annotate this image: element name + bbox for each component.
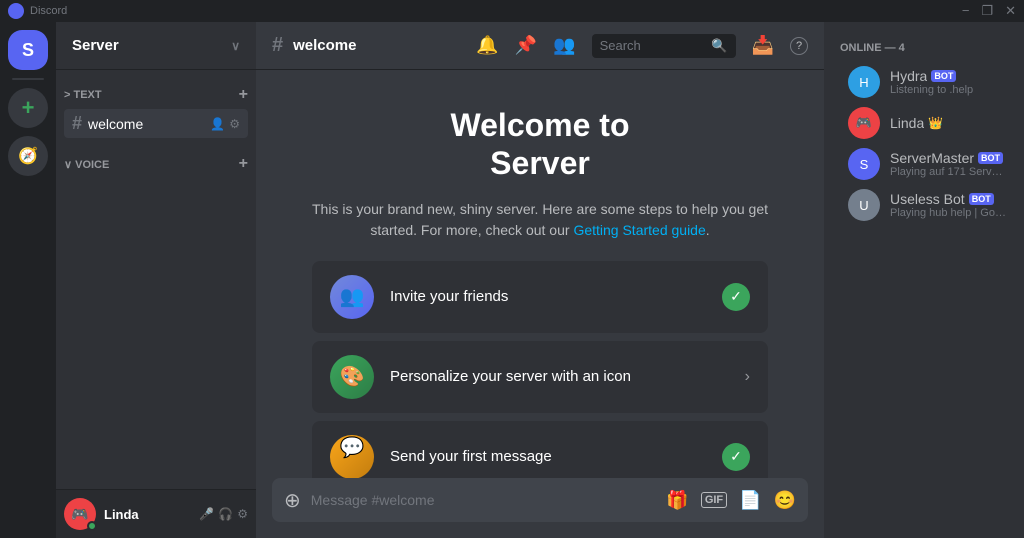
member-status-hydra: Listening to .help [890,84,1008,96]
welcome-section: Welcome to Server This is your brand new… [272,86,808,478]
task-message-label: Send your first message [390,448,706,465]
text-category[interactable]: > TEXT + [56,70,256,108]
member-item-hydra[interactable]: H Hydra BOT Listening to .help [832,62,1016,102]
server-header[interactable]: Server ∨ [56,22,256,70]
minimize-button[interactable]: − [962,3,970,19]
channel-sidebar: Server ∨ > TEXT + # welcome 👤 ⚙ ∨ VOICE … [56,22,256,538]
mute-button[interactable]: 🎤 [199,507,214,521]
member-name-hydra: Hydra [890,68,927,84]
member-item-uselessbot[interactable]: U Useless Bot BOT Playing hub help | Goi… [832,185,1016,225]
channel-item-welcome[interactable]: # welcome 👤 ⚙ [64,109,248,138]
task-personalize-chevron: › [745,368,750,386]
bell-icon[interactable]: 🔔 [476,35,498,56]
task-personalize-label: Personalize your server with an icon [390,368,729,385]
task-message[interactable]: 💬 Send your first message ✓ [312,421,768,478]
getting-started-link[interactable]: Getting Started guide [573,222,705,238]
channel-name-label: welcome [88,116,204,132]
header-actions: 🔔 📌 👥 🔍 📥 ? [476,34,808,58]
search-box[interactable]: 🔍 [592,34,736,58]
help-icon[interactable]: ? [790,37,808,55]
discord-logo [8,3,24,19]
channel-hash-icon: # [72,113,82,134]
task-personalize-icon: 🎨 [330,355,374,399]
member-bot-badge-uselessbot: BOT [969,193,994,205]
search-input[interactable] [600,38,706,53]
member-item-linda[interactable]: 🎮 Linda 👑 [832,103,1016,143]
member-name-linda: Linda [890,115,924,131]
member-avatar-servermaster: S [848,148,880,180]
user-settings-button[interactable]: ⚙ [237,507,248,521]
member-name-servermaster: ServerMaster [890,150,974,166]
member-status-uselessbot: Playing hub help | Going to sle... [890,207,1008,219]
member-item-servermaster[interactable]: S ServerMaster BOT Playing auf 171 Serve… [832,144,1016,184]
emoji-icon[interactable]: 😊 [774,490,796,511]
task-message-icon: 💬 [330,435,374,478]
explore-button[interactable]: 🧭 [8,136,48,176]
gif-button[interactable]: GIF [701,492,727,508]
server-header-chevron: ∨ [231,39,240,53]
member-name-uselessbot: Useless Bot [890,191,965,207]
welcome-title: Welcome to Server [312,106,768,183]
inbox-icon[interactable]: 📥 [752,35,774,56]
message-input[interactable] [311,492,657,508]
member-avatar-uselessbot: U [848,189,880,221]
add-text-channel-button[interactable]: + [239,86,248,104]
chat-area: Welcome to Server This is your brand new… [256,70,824,478]
member-info-linda: Linda 👑 [890,115,1008,131]
message-input-box: ⊕ 🎁 GIF 📄 😊 [272,478,808,522]
task-invite-check: ✓ [722,283,750,311]
channel-header-title: welcome [293,37,356,54]
user-bar: 🎮 Linda 🎤 🎧 ⚙ [56,489,256,538]
current-user-avatar: 🎮 [64,498,96,530]
invite-icon: 👤 [210,117,225,131]
online-category-label: ONLINE — 4 [824,38,1024,58]
welcome-description: This is your brand new, shiny server. He… [312,199,768,241]
member-info-hydra: Hydra BOT Listening to .help [890,68,1008,96]
search-icon: 🔍 [711,38,727,54]
member-bot-badge-hydra: BOT [931,70,956,82]
server-name: Server [72,37,119,54]
user-controls: 🎤 🎧 ⚙ [199,507,248,521]
server-list: S + 🧭 [0,22,56,538]
main-content: # welcome 🔔 📌 👥 🔍 📥 ? Welcome to Serv [256,22,824,538]
app-title: Discord [30,5,67,17]
channel-hash: # [272,34,283,57]
members-sidebar: ONLINE — 4 H Hydra BOT Listening to .hel… [824,22,1024,538]
add-server-button[interactable]: + [8,88,48,128]
main-server-icon[interactable]: S [8,30,48,70]
member-info-uselessbot: Useless Bot BOT Playing hub help | Going… [890,191,1008,219]
task-list: 👥 Invite your friends ✓ 🎨 Personalize yo… [312,261,768,478]
current-username: Linda [104,507,191,522]
close-button[interactable]: ✕ [1005,3,1016,19]
task-personalize[interactable]: 🎨 Personalize your server with an icon › [312,341,768,413]
members-icon[interactable]: 👥 [553,35,575,56]
member-status-servermaster: Playing auf 171 Servern · /help [890,166,1008,178]
message-input-area: ⊕ 🎁 GIF 📄 😊 [256,478,824,538]
voice-category[interactable]: ∨ VOICE + [56,139,256,177]
settings-icon[interactable]: ⚙ [229,117,240,131]
message-add-button[interactable]: ⊕ [284,488,301,513]
restore-button[interactable]: ❐ [981,3,993,19]
pin-icon[interactable]: 📌 [515,35,537,56]
member-avatar-hydra: H [848,66,880,98]
channel-item-icons: 👤 ⚙ [210,117,240,131]
member-avatar-linda: 🎮 [848,107,880,139]
add-voice-channel-button[interactable]: + [239,155,248,173]
sticker-icon[interactable]: 📄 [739,490,761,511]
server-divider [12,78,44,80]
crown-icon: 👑 [928,116,943,130]
task-invite-icon: 👥 [330,275,374,319]
message-input-actions: 🎁 GIF 📄 😊 [666,490,796,511]
channel-header: # welcome 🔔 📌 👥 🔍 📥 ? [256,22,824,70]
task-message-check: ✓ [722,443,750,471]
deafen-button[interactable]: 🎧 [218,507,233,521]
gift-icon[interactable]: 🎁 [666,490,688,511]
member-info-servermaster: ServerMaster BOT Playing auf 171 Servern… [890,150,1008,178]
member-bot-badge-servermaster: BOT [978,152,1003,164]
task-invite-label: Invite your friends [390,288,706,305]
task-invite[interactable]: 👥 Invite your friends ✓ [312,261,768,333]
status-dot [87,521,97,531]
